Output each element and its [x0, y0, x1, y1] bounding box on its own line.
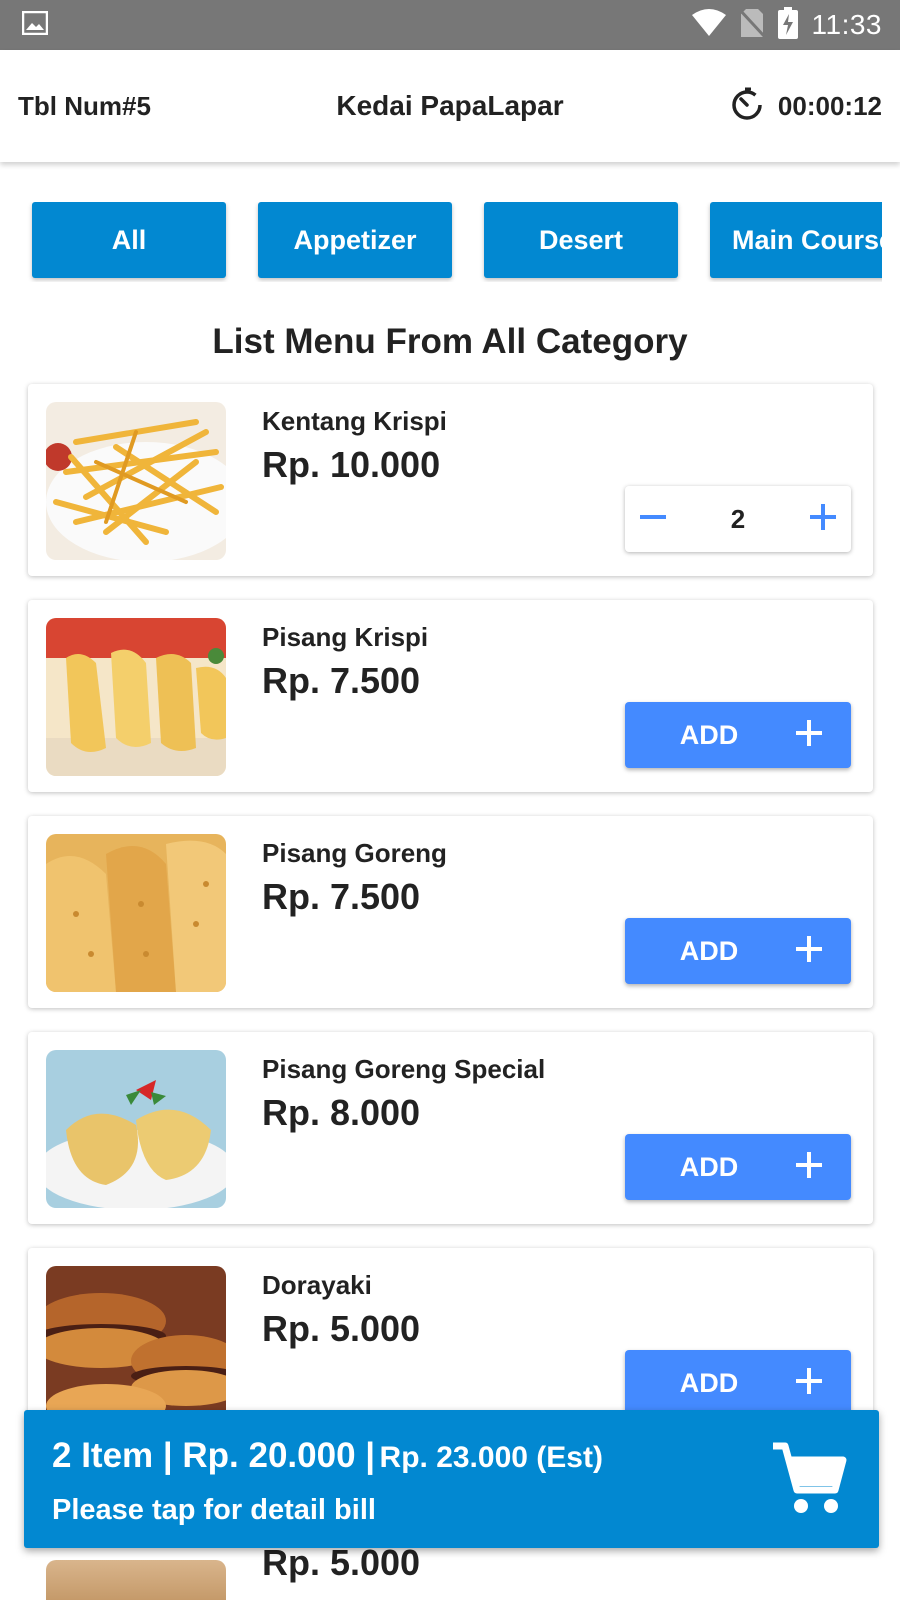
- plus-icon: [793, 933, 825, 970]
- cart-icon[interactable]: [769, 1438, 849, 1523]
- session-timer: 00:00:12: [682, 87, 882, 126]
- quantity-value: 2: [730, 503, 746, 534]
- tab-all[interactable]: All: [32, 202, 226, 278]
- add-button[interactable]: ADD: [625, 918, 851, 984]
- menu-item-price: Rp. 10.000: [262, 444, 441, 485]
- wifi-icon: [691, 8, 726, 42]
- menu-item-price: Rp. 7.500: [262, 876, 421, 917]
- menu-item-price: Rp. 8.000: [262, 1092, 421, 1133]
- menu-item-image: [46, 834, 226, 992]
- menu-item-image: [46, 1266, 226, 1424]
- section-title: List Menu From All Category: [212, 322, 688, 361]
- add-button-label: ADD: [679, 719, 739, 750]
- no-sim-icon: [738, 8, 765, 43]
- add-button[interactable]: ADD: [625, 1134, 851, 1200]
- menu-item-name: Dorayaki: [262, 1270, 372, 1300]
- cart-summary-bar[interactable]: 2 Item | Rp. 20.000 | Rp. 23.000 (Est) P…: [24, 1410, 879, 1548]
- minus-icon[interactable]: [637, 501, 669, 538]
- cart-summary: 2 Item | Rp. 20.000 | Rp. 23.000 (Est): [52, 1436, 603, 1476]
- menu-item-price: Rp. 5.000: [262, 1542, 421, 1583]
- status-time: 11:33: [811, 9, 882, 40]
- add-button-label: ADD: [679, 1151, 739, 1182]
- battery-charging-icon: [777, 6, 798, 44]
- plus-icon[interactable]: [807, 501, 839, 538]
- cart-hint: Please tap for detail bill: [52, 1494, 376, 1526]
- plus-icon: [793, 717, 825, 754]
- menu-item-price: Rp. 7.500: [262, 660, 421, 701]
- menu-item-card: Kentang Krispi Rp. 10.000 2: [28, 384, 873, 576]
- plus-icon: [793, 1149, 825, 1186]
- add-button-label: ADD: [679, 1367, 739, 1398]
- cart-total: 2 Item | Rp. 20.000 |: [52, 1436, 376, 1475]
- add-button[interactable]: ADD: [625, 1350, 851, 1416]
- timer-icon: [730, 87, 764, 126]
- menu-item-image: [46, 1050, 226, 1208]
- menu-item-price: Rp. 5.000: [262, 1308, 421, 1349]
- plus-icon: [793, 1365, 825, 1402]
- tab-appetizer[interactable]: Appetizer: [258, 202, 452, 278]
- menu-item-image: [46, 1560, 226, 1600]
- cart-estimate: Rp. 23.000 (Est): [379, 1441, 603, 1474]
- menu-item-image: [46, 618, 226, 776]
- quantity-stepper: 2: [625, 486, 851, 552]
- menu-item-name: Pisang Goreng: [262, 838, 447, 868]
- menu-item-name: Pisang Goreng Special: [262, 1054, 546, 1084]
- menu-item-image: [46, 402, 226, 560]
- menu-item-card: Pisang Goreng Special Rp. 8.000 ADD: [28, 1032, 873, 1224]
- table-number: Tbl Num#5: [18, 90, 151, 121]
- add-button-label: ADD: [679, 935, 739, 966]
- shop-name: Kedai PapaLapar: [336, 90, 564, 121]
- app-header: Tbl Num#5 Kedai PapaLapar 00:00:12: [0, 50, 900, 162]
- add-button[interactable]: ADD: [625, 702, 851, 768]
- menu-item-name: Pisang Krispi: [262, 622, 429, 652]
- menu-item-card: Pisang Goreng Rp. 7.500 ADD: [28, 816, 873, 1008]
- category-tabs: All Appetizer Desert Main Course: [0, 202, 882, 282]
- menu-item-name: Kentang Krispi: [262, 406, 447, 436]
- tab-main-course[interactable]: Main Course: [710, 202, 882, 278]
- status-bar: 11:33: [0, 0, 900, 50]
- timer-text: 00:00:12: [777, 90, 882, 121]
- image-notification-icon: [21, 10, 49, 40]
- menu-item-card: Pisang Krispi Rp. 7.500 ADD: [28, 600, 873, 792]
- tab-desert[interactable]: Desert: [484, 202, 678, 278]
